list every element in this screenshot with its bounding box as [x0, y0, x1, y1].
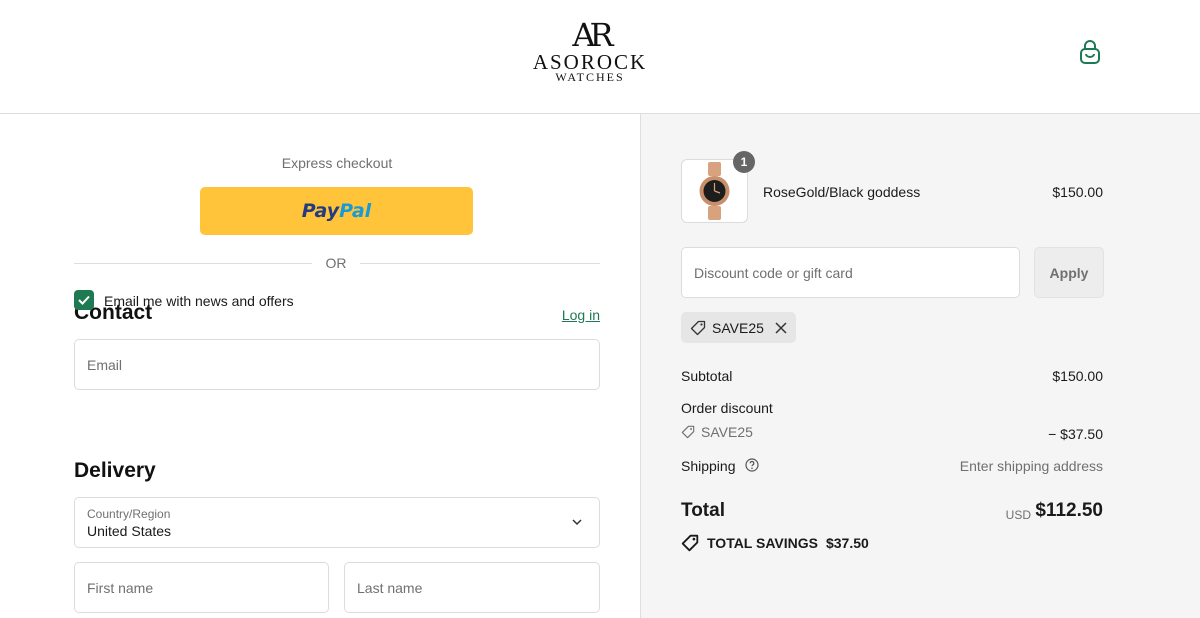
help-icon[interactable]	[745, 458, 759, 472]
header: AR ASOROCK WATCHES	[0, 0, 1200, 114]
paypal-button[interactable]: Pay Pal	[200, 187, 473, 235]
country-value: United States	[87, 523, 172, 539]
paypal-text-pay: Pay	[301, 200, 340, 222]
last-name-field[interactable]	[344, 562, 600, 613]
or-text: OR	[325, 255, 347, 271]
discount-input[interactable]	[682, 248, 1019, 297]
discount-field[interactable]	[681, 247, 1020, 298]
shipping-label: Shipping	[681, 458, 736, 474]
logo-brand: ASOROCK	[532, 50, 648, 74]
country-select[interactable]: Country/Region United States	[74, 497, 600, 548]
total-label: Total	[681, 500, 725, 521]
order-discount-label: Order discount	[681, 400, 773, 416]
email-input[interactable]	[75, 340, 599, 389]
order-discount-code: SAVE25	[681, 424, 753, 440]
logo-monogram: AR	[572, 16, 613, 54]
tag-icon	[690, 320, 706, 335]
divider-line-left	[74, 263, 312, 264]
shopping-bag-icon[interactable]	[1078, 40, 1102, 66]
product-name: RoseGold/Black goddess	[763, 184, 921, 200]
product-price: $150.00	[1052, 184, 1103, 200]
paypal-text-pal: Pal	[339, 200, 372, 222]
delivery-title: Delivery	[74, 459, 156, 482]
brand-logo[interactable]: AR ASOROCK WATCHES	[520, 18, 660, 88]
order-summary: 1 RoseGold/Black goddess $150.00 Apply S…	[640, 114, 1200, 618]
savings-value: $37.50	[825, 535, 869, 551]
login-link[interactable]: Log in	[540, 307, 600, 323]
order-discount-code-text: SAVE25	[701, 424, 753, 440]
first-name-field[interactable]	[74, 562, 329, 613]
email-field[interactable]	[74, 339, 600, 390]
newsletter-checkbox[interactable]	[74, 290, 94, 310]
savings-tag-icon	[681, 534, 699, 552]
total-value: $112.50	[1035, 500, 1103, 521]
applied-code-chip: SAVE25	[681, 312, 796, 343]
savings-label: TOTAL SAVINGS	[707, 535, 818, 551]
applied-code-text: SAVE25	[712, 319, 764, 336]
subtotal-value: $150.00	[1052, 368, 1103, 384]
close-icon[interactable]	[774, 321, 788, 335]
newsletter-label: Email me with news and offers	[104, 293, 294, 309]
subtotal-label: Subtotal	[681, 368, 733, 384]
tag-icon	[681, 425, 695, 439]
shipping-value: Enter shipping address	[959, 458, 1103, 474]
first-name-input[interactable]	[75, 563, 328, 612]
country-label: Country/Region	[87, 507, 171, 521]
apply-button[interactable]: Apply	[1034, 247, 1104, 298]
quantity-badge: 1	[733, 151, 755, 173]
divider-line-right	[360, 263, 600, 264]
express-checkout-label: Express checkout	[281, 155, 393, 171]
total-savings: TOTAL SAVINGS $37.50	[681, 534, 869, 552]
chevron-down-icon	[572, 519, 582, 526]
check-icon	[78, 295, 90, 305]
last-name-input[interactable]	[345, 563, 599, 612]
checkout-form: Express checkout Pay Pal OR Contact Log i…	[0, 114, 641, 618]
order-discount-value: − $37.50	[1048, 426, 1103, 442]
or-divider: OR	[74, 254, 600, 274]
